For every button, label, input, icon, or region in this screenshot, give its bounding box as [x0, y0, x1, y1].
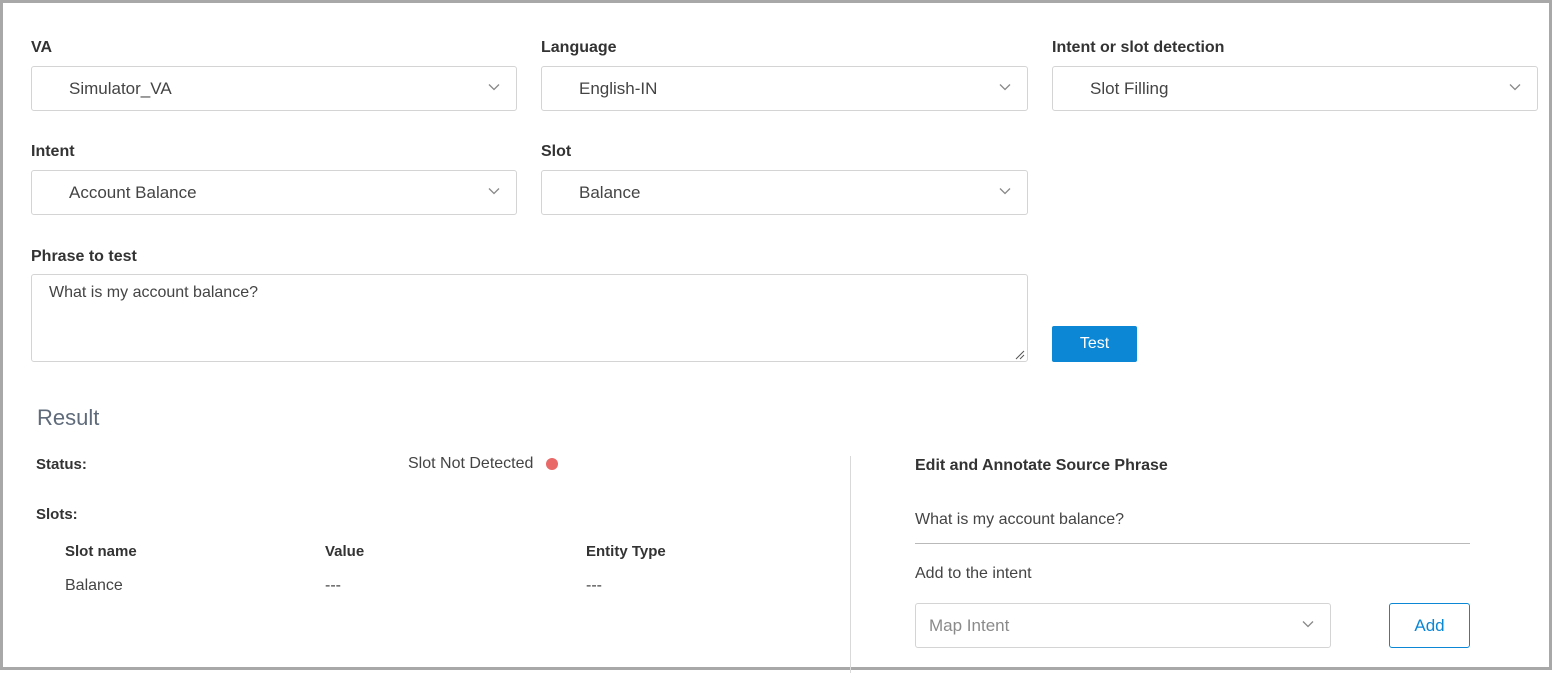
add-to-intent-label: Add to the intent: [915, 565, 1032, 582]
chevron-down-icon: [486, 79, 502, 95]
result-title: Result: [37, 405, 100, 430]
detection-select[interactable]: Slot Filling: [1052, 66, 1538, 111]
app-frame: VA Simulator_VA Language English-IN Inte…: [0, 0, 1552, 673]
map-intent-select[interactable]: Map Intent: [915, 603, 1331, 648]
intent-label: Intent: [31, 143, 75, 160]
detection-select-value: Slot Filling: [1090, 79, 1169, 98]
slot-select[interactable]: Balance: [541, 170, 1028, 215]
add-button[interactable]: Add: [1389, 603, 1470, 648]
cell-slot-name: Balance: [65, 577, 123, 594]
chevron-down-icon: [1300, 616, 1316, 632]
column-header-value: Value: [325, 543, 365, 560]
annotate-phrase-underline: [915, 543, 1470, 544]
map-intent-placeholder: Map Intent: [929, 616, 1010, 635]
chevron-down-icon: [486, 183, 502, 199]
language-label: Language: [541, 39, 617, 56]
column-header-slot-name: Slot name: [65, 543, 137, 560]
chevron-down-icon: [997, 79, 1013, 95]
vertical-divider: [850, 456, 851, 673]
language-select[interactable]: English-IN: [541, 66, 1028, 111]
chevron-down-icon: [1507, 79, 1523, 95]
slots-label: Slots:: [36, 506, 78, 523]
slot-select-value: Balance: [579, 183, 641, 202]
status-label: Status:: [36, 456, 87, 473]
cell-entity-type: ---: [586, 577, 602, 594]
phrase-label: Phrase to test: [31, 248, 137, 265]
va-select[interactable]: Simulator_VA: [31, 66, 517, 111]
slot-label: Slot: [541, 143, 572, 160]
intent-select-value: Account Balance: [69, 183, 197, 202]
chevron-down-icon: [997, 183, 1013, 199]
phrase-textarea-value: What is my account balance?: [49, 284, 258, 301]
status-value: Slot Not Detected: [408, 455, 534, 472]
status-dot-icon: [546, 458, 558, 470]
test-button[interactable]: Test: [1052, 326, 1137, 362]
annotate-phrase-input[interactable]: What is my account balance?: [915, 511, 1124, 529]
detection-label: Intent or slot detection: [1052, 39, 1225, 56]
column-header-entity-type: Entity Type: [586, 543, 666, 560]
va-label: VA: [31, 39, 53, 56]
resize-handle-icon[interactable]: [1013, 347, 1025, 360]
intent-select[interactable]: Account Balance: [31, 170, 517, 215]
annotate-title: Edit and Annotate Source Phrase: [915, 457, 1168, 474]
va-select-value: Simulator_VA: [69, 79, 172, 98]
phrase-textarea[interactable]: What is my account balance?: [31, 274, 1028, 362]
language-select-value: English-IN: [579, 79, 658, 98]
cell-value: ---: [325, 577, 341, 594]
